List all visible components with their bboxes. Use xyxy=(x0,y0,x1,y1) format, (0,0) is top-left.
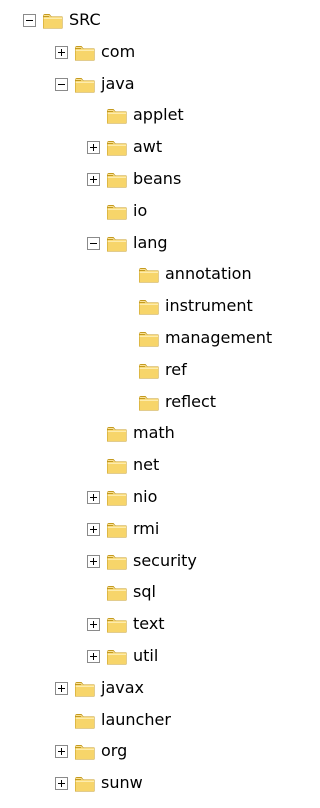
folder-icon xyxy=(107,459,127,474)
tree-node-com[interactable]: com xyxy=(0,36,320,68)
folder-icon xyxy=(107,236,127,252)
folder-icon xyxy=(139,363,159,379)
folder-icon xyxy=(107,491,127,506)
folder-icon xyxy=(107,427,127,442)
folder-icon xyxy=(139,268,159,283)
folder-tree: SRC com java applet awt beans io lang annotation… xyxy=(0,0,320,808)
tree-node-rmi[interactable]: rmi xyxy=(0,513,320,545)
collapse-icon[interactable] xyxy=(87,236,100,250)
tree-node-label: java xyxy=(101,73,135,93)
expand-icon[interactable] xyxy=(55,745,68,759)
folder-icon xyxy=(75,45,95,61)
collapse-icon[interactable] xyxy=(55,77,68,91)
tree-node-src[interactable]: SRC xyxy=(0,4,320,36)
folder-icon xyxy=(75,681,95,697)
tree-node-text[interactable]: text xyxy=(0,608,320,640)
tree-node-awt[interactable]: awt xyxy=(0,131,320,163)
tree-node-annotation[interactable]: annotation xyxy=(0,258,320,290)
tree-node-instrument[interactable]: instrument xyxy=(0,290,320,322)
folder-icon xyxy=(43,14,63,29)
tree-node-label: SRC xyxy=(69,10,101,29)
tree-node-label: javax xyxy=(101,677,144,697)
tree-node-label: applet xyxy=(133,105,184,125)
tree-node-beans[interactable]: beans xyxy=(0,163,320,195)
folder-icon xyxy=(75,713,95,729)
folder-icon xyxy=(139,300,159,315)
tree-node-label: org xyxy=(101,741,128,761)
expand-icon[interactable] xyxy=(87,618,100,632)
tree-node-label: launcher xyxy=(101,709,171,729)
folder-icon xyxy=(107,204,127,220)
tree-node-label: ref xyxy=(165,359,187,379)
folder-icon xyxy=(107,173,127,188)
tree-node-sunw[interactable]: sunw xyxy=(0,767,320,799)
tree-node-applet[interactable]: applet xyxy=(0,99,320,131)
folder-icon xyxy=(107,554,127,570)
folder-icon xyxy=(75,745,95,760)
expand-icon[interactable] xyxy=(87,141,100,155)
tree-node-java[interactable]: java xyxy=(0,68,320,100)
tree-node-javax[interactable]: javax xyxy=(0,672,320,704)
tree-node-label: annotation xyxy=(165,264,252,284)
tree-node-label: management xyxy=(165,328,273,347)
expand-icon[interactable] xyxy=(87,650,100,663)
folder-icon xyxy=(75,77,95,93)
expand-icon[interactable] xyxy=(87,522,100,536)
tree-node-label: rmi xyxy=(133,518,160,538)
expand-icon[interactable] xyxy=(87,173,100,186)
tree-node-label: text xyxy=(133,614,165,634)
tree-node-label: com xyxy=(101,41,136,61)
expand-icon[interactable] xyxy=(87,491,100,504)
tree-node-lang[interactable]: lang xyxy=(0,227,320,259)
tree-node-math[interactable]: math xyxy=(0,417,320,449)
tree-node-label: sunw xyxy=(101,773,143,793)
tree-node-label: nio xyxy=(133,487,158,506)
expand-icon[interactable] xyxy=(55,777,68,791)
expand-icon[interactable] xyxy=(55,45,68,59)
tree-node-security[interactable]: security xyxy=(0,545,320,577)
tree-node-label: awt xyxy=(133,137,163,157)
tree-node-ref[interactable]: ref xyxy=(0,354,320,386)
tree-node-label: lang xyxy=(133,232,168,252)
tree-node-label: math xyxy=(133,423,175,443)
folder-icon xyxy=(139,332,159,347)
tree-node-sql[interactable]: sql xyxy=(0,576,320,608)
folder-icon xyxy=(107,141,127,156)
tree-node-label: instrument xyxy=(165,296,253,316)
tree-node-util[interactable]: util xyxy=(0,640,320,672)
folder-icon xyxy=(139,395,159,411)
folder-icon xyxy=(107,522,127,538)
tree-node-net[interactable]: net xyxy=(0,449,320,481)
tree-node-io[interactable]: io xyxy=(0,195,320,227)
tree-node-label: io xyxy=(133,200,148,220)
tree-node-org[interactable]: org xyxy=(0,735,320,767)
tree-node-label: net xyxy=(133,455,160,475)
tree-node-reflect[interactable]: reflect xyxy=(0,386,320,418)
tree-node-launcher[interactable]: launcher xyxy=(0,704,320,736)
tree-node-label: security xyxy=(133,550,197,570)
expand-icon[interactable] xyxy=(55,681,68,695)
tree-node-label: util xyxy=(133,646,159,665)
tree-node-label: beans xyxy=(133,169,182,188)
collapse-icon[interactable] xyxy=(23,14,36,27)
tree-node-management[interactable]: management xyxy=(0,322,320,354)
folder-icon xyxy=(75,777,95,792)
expand-icon[interactable] xyxy=(87,554,100,568)
tree-node-label: sql xyxy=(133,582,156,602)
tree-node-nio[interactable]: nio xyxy=(0,481,320,513)
folder-icon xyxy=(107,109,127,124)
tree-node-label: reflect xyxy=(165,391,217,411)
folder-icon xyxy=(107,650,127,665)
folder-icon xyxy=(107,618,127,633)
folder-icon xyxy=(107,586,127,601)
